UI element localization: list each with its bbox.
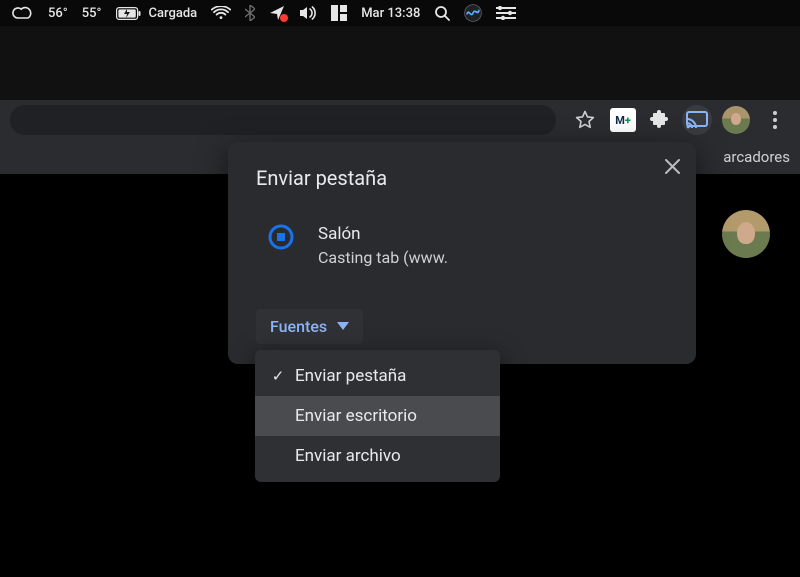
cast-device-status: Casting tab (www. <box>318 248 448 267</box>
temperature-1[interactable]: 56° <box>48 6 68 21</box>
close-icon[interactable] <box>658 152 686 180</box>
stop-casting-icon[interactable] <box>266 222 296 252</box>
battery-icon <box>116 7 142 20</box>
temperature-2[interactable]: 55° <box>82 6 102 21</box>
siri-icon[interactable] <box>464 4 482 22</box>
source-option-label: Enviar escritorio <box>295 406 417 426</box>
cast-device-text: Salón Casting tab (www. <box>318 222 448 267</box>
movistar-m: M <box>615 114 625 127</box>
sources-dropdown: ✓ Enviar pestaña Enviar escritorio Envia… <box>255 350 500 482</box>
cast-popup: Enviar pestaña Salón Casting tab (www. F… <box>228 142 696 364</box>
bookmarks-label-partial[interactable]: arcadores <box>723 148 790 166</box>
source-option-tab[interactable]: ✓ Enviar pestaña <box>255 356 500 396</box>
wifi-icon[interactable] <box>211 6 231 20</box>
sources-button[interactable]: Fuentes <box>256 309 363 344</box>
check-icon: ✓ <box>269 367 287 385</box>
cast-device-name: Salón <box>318 222 448 248</box>
profile-avatar[interactable] <box>722 106 750 134</box>
bluetooth-icon[interactable] <box>245 5 255 21</box>
battery-status[interactable]: Cargada <box>116 6 198 21</box>
movistar-plus: + <box>625 114 631 127</box>
cast-icon[interactable] <box>682 105 712 135</box>
sources-label: Fuentes <box>270 317 327 336</box>
grid-app-icon[interactable] <box>331 5 347 21</box>
clock-label[interactable]: Mar 13:38 <box>361 6 420 21</box>
creative-cloud-icon[interactable] <box>12 6 34 20</box>
window-gap <box>0 26 800 100</box>
cast-popup-title: Enviar pestaña <box>228 142 696 198</box>
source-option-label: Enviar pestaña <box>295 366 406 386</box>
page-profile-avatar[interactable] <box>722 210 770 258</box>
source-option-file[interactable]: Enviar archivo <box>255 436 500 476</box>
control-center-icon[interactable] <box>496 6 516 20</box>
spotlight-icon[interactable] <box>434 5 450 21</box>
browser-toolbar: M+ <box>0 100 800 140</box>
address-bar[interactable] <box>10 105 556 135</box>
volume-icon[interactable] <box>299 6 317 20</box>
source-option-label: Enviar archivo <box>295 446 401 466</box>
extensions-icon[interactable] <box>646 107 672 133</box>
menu-dots-icon[interactable] <box>760 105 790 135</box>
source-option-desktop[interactable]: Enviar escritorio <box>255 396 500 436</box>
movistar-plus-extension-icon[interactable]: M+ <box>610 108 636 132</box>
battery-label: Cargada <box>149 6 198 21</box>
bookmark-star-icon[interactable] <box>570 105 600 135</box>
location-icon[interactable] <box>269 5 285 21</box>
macos-menubar: 56° 55° Cargada Mar 13:38 <box>0 0 800 26</box>
cast-device-row[interactable]: Salón Casting tab (www. <box>228 198 696 275</box>
chevron-down-icon <box>337 322 349 330</box>
